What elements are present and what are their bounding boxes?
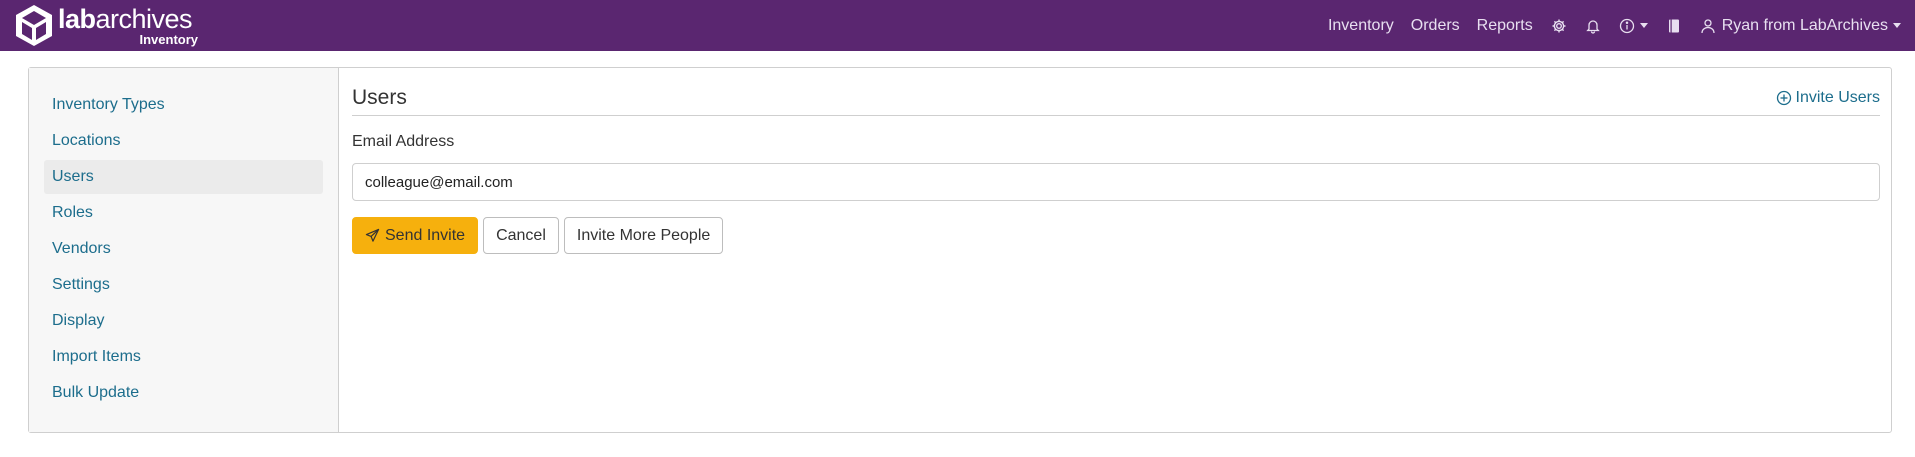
sidebar-item-bulk-update[interactable]: Bulk Update [44, 376, 323, 410]
invite-users-link[interactable]: Invite Users [1776, 89, 1880, 107]
page-title: Users [352, 86, 407, 109]
sidebar-item-settings[interactable]: Settings [44, 268, 323, 302]
help-dropdown[interactable] [1619, 18, 1648, 34]
bell-icon [1585, 19, 1600, 34]
main-content: Users Invite Users Email Address Send In… [352, 68, 1880, 432]
paper-plane-icon [365, 228, 380, 242]
chevron-down-icon [1893, 23, 1901, 28]
user-icon [1701, 18, 1715, 33]
action-buttons: Send Invite Cancel Invite More People [352, 217, 728, 254]
sidebar-item-inventory-types[interactable]: Inventory Types [44, 88, 323, 122]
send-invite-label: Send Invite [385, 226, 466, 244]
brand[interactable]: labarchives Inventory [14, 3, 198, 48]
title-row: Users Invite Users [352, 86, 1880, 116]
cancel-button[interactable]: Cancel [483, 217, 559, 254]
invite-more-people-button[interactable]: Invite More People [563, 217, 724, 254]
brand-subtitle: Inventory [139, 32, 198, 47]
user-menu[interactable]: Ryan from LabArchives [1700, 17, 1901, 35]
settings-button[interactable] [1551, 18, 1567, 34]
nav-link-reports[interactable]: Reports [1477, 17, 1533, 35]
sidebar-item-locations[interactable]: Locations [44, 124, 323, 158]
notifications-button[interactable] [1585, 18, 1601, 34]
send-invite-button[interactable]: Send Invite [352, 217, 479, 254]
notebook-button[interactable] [1666, 18, 1682, 34]
info-icon [1619, 18, 1634, 33]
top-navbar: labarchives Inventory Inventory Orders R… [0, 0, 1915, 51]
user-name: Ryan from LabArchives [1721, 16, 1888, 34]
chevron-down-icon [1639, 23, 1648, 28]
sidebar-item-import-items[interactable]: Import Items [44, 340, 323, 374]
brand-name: labarchives [58, 4, 193, 34]
nav-right: Inventory Orders Reports Ryan from LabAr… [1311, 0, 1901, 51]
nav-link-orders[interactable]: Orders [1411, 17, 1460, 35]
sidebar-item-vendors[interactable]: Vendors [44, 232, 323, 266]
labarchives-cube-logo-icon [16, 5, 52, 46]
gear-icon [1552, 19, 1566, 32]
settings-panel: Inventory Types Locations Users Roles Ve… [28, 67, 1892, 433]
invite-users-label: Invite Users [1795, 89, 1880, 106]
notebook-icon [1668, 19, 1679, 32]
email-label: Email Address [352, 133, 455, 150]
nav-link-inventory[interactable]: Inventory [1328, 17, 1394, 35]
sidebar: Inventory Types Locations Users Roles Ve… [29, 68, 339, 432]
sidebar-item-display[interactable]: Display [44, 304, 323, 338]
sidebar-item-roles[interactable]: Roles [44, 196, 323, 230]
email-field[interactable] [352, 163, 1880, 201]
plus-circle-icon [1776, 90, 1791, 106]
sidebar-list: Inventory Types Locations Users Roles Ve… [44, 88, 323, 412]
sidebar-item-users[interactable]: Users [44, 160, 323, 194]
